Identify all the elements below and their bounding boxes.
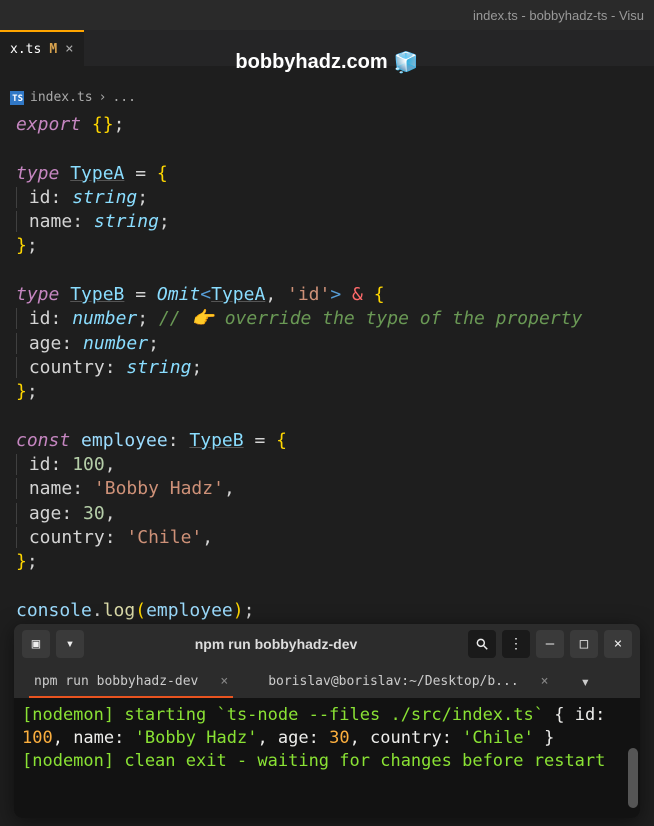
typescript-icon: TS <box>10 91 24 105</box>
chevron-down-icon[interactable]: ▾ <box>568 672 602 691</box>
dropdown-button[interactable]: ▾ <box>56 630 84 658</box>
tab-modified-indicator: M <box>49 42 57 57</box>
terminal-window: ▣ ▾ npm run bobbyhadz-dev ⋮ – □ × npm ru… <box>14 624 640 818</box>
editor-tab[interactable]: x.ts M × <box>0 30 84 66</box>
terminal-tab-1[interactable]: npm run bobbyhadz-dev × <box>14 664 248 698</box>
menu-icon[interactable]: ⋮ <box>502 630 530 658</box>
breadcrumb-separator: › <box>99 90 107 105</box>
terminal-titlebar: ▣ ▾ npm run bobbyhadz-dev ⋮ – □ × <box>14 624 640 664</box>
close-icon[interactable]: × <box>604 630 632 658</box>
close-icon[interactable]: × <box>220 674 228 689</box>
close-icon[interactable]: × <box>541 674 549 689</box>
terminal-tab-2[interactable]: borislav@borislav:~/Desktop/b... × <box>248 664 568 698</box>
new-tab-button[interactable]: ▣ <box>22 630 50 658</box>
minimize-icon[interactable]: – <box>536 630 564 658</box>
terminal-output[interactable]: [nodemon] starting `ts-node --files ./sr… <box>14 698 640 818</box>
search-icon[interactable] <box>468 630 496 658</box>
maximize-icon[interactable]: □ <box>570 630 598 658</box>
breadcrumb[interactable]: TS index.ts › ... <box>0 86 654 109</box>
tab-file-name: x.ts <box>10 42 41 57</box>
breadcrumb-more: ... <box>112 90 135 105</box>
code-editor[interactable]: export {}; type TypeA = { id: string; na… <box>0 109 654 627</box>
site-url: bobbyhadz.com 🧊 <box>235 50 418 75</box>
terminal-tab-bar: npm run bobbyhadz-dev × borislav@borisla… <box>14 664 640 698</box>
window-title: index.ts - bobbyhadz-ts - Visu <box>473 8 644 23</box>
close-icon[interactable]: × <box>65 41 73 57</box>
window-title-bar: index.ts - bobbyhadz-ts - Visu <box>0 0 654 30</box>
cube-icon: 🧊 <box>394 50 419 75</box>
terminal-title: npm run bobbyhadz-dev <box>90 636 462 652</box>
breadcrumb-file: index.ts <box>30 90 93 105</box>
scrollbar[interactable] <box>628 748 638 808</box>
